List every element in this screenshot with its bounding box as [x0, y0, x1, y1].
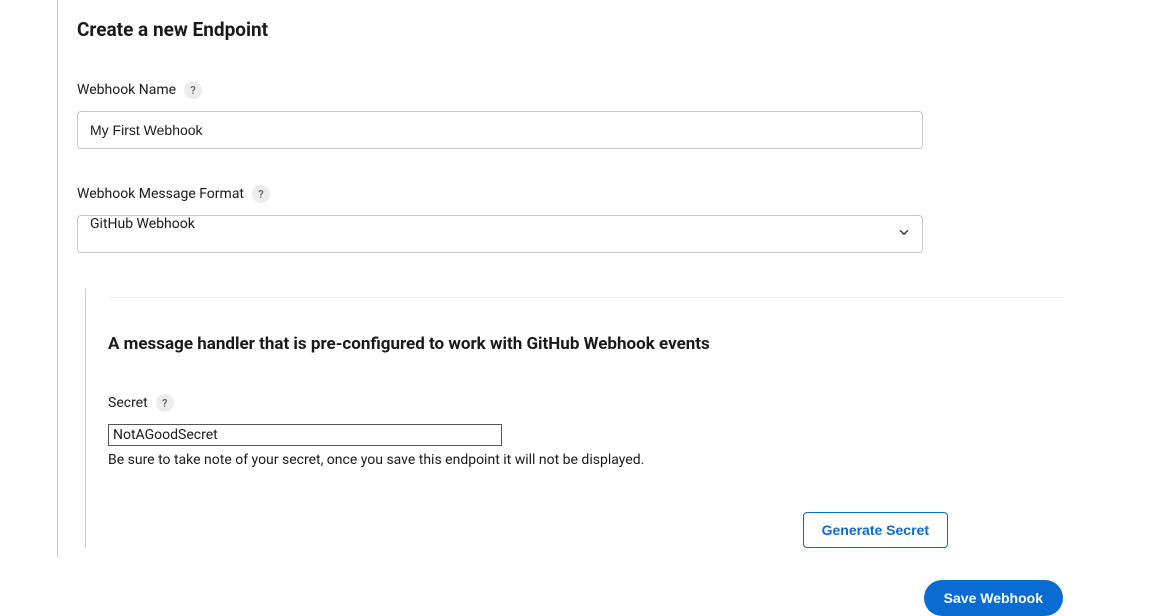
form-content: Create a new Endpoint Webhook Name ? Web…: [77, 18, 1077, 616]
webhook-name-label: Webhook Name: [77, 82, 176, 98]
secret-note: Be sure to take note of your secret, onc…: [108, 452, 1063, 468]
secret-label: Secret: [108, 395, 148, 411]
message-format-field: Webhook Message Format ? GitHub Webhook: [77, 185, 1077, 253]
handler-title: A message handler that is pre-configured…: [108, 334, 1063, 354]
divider: [108, 297, 1063, 298]
save-row: Save Webhook: [77, 580, 1063, 616]
left-divider: [57, 0, 58, 558]
webhook-name-input[interactable]: [77, 111, 923, 149]
help-icon[interactable]: ?: [156, 394, 174, 412]
webhook-name-field: Webhook Name ?: [77, 81, 1077, 149]
help-icon[interactable]: ?: [184, 81, 202, 99]
message-format-label-row: Webhook Message Format ?: [77, 185, 1077, 203]
secret-input[interactable]: [108, 424, 502, 446]
generate-row: Generate Secret: [108, 512, 948, 548]
generate-secret-button[interactable]: Generate Secret: [803, 512, 948, 548]
message-format-label: Webhook Message Format: [77, 186, 244, 202]
save-webhook-button[interactable]: Save Webhook: [924, 580, 1063, 616]
handler-panel: A message handler that is pre-configured…: [85, 289, 1063, 548]
message-format-select[interactable]: GitHub Webhook: [77, 215, 923, 253]
secret-label-row: Secret ?: [108, 394, 1063, 412]
message-format-select-wrapper: GitHub Webhook: [77, 215, 923, 253]
page-title: Create a new Endpoint: [77, 18, 1077, 41]
webhook-name-label-row: Webhook Name ?: [77, 81, 1077, 99]
help-icon[interactable]: ?: [252, 185, 270, 203]
